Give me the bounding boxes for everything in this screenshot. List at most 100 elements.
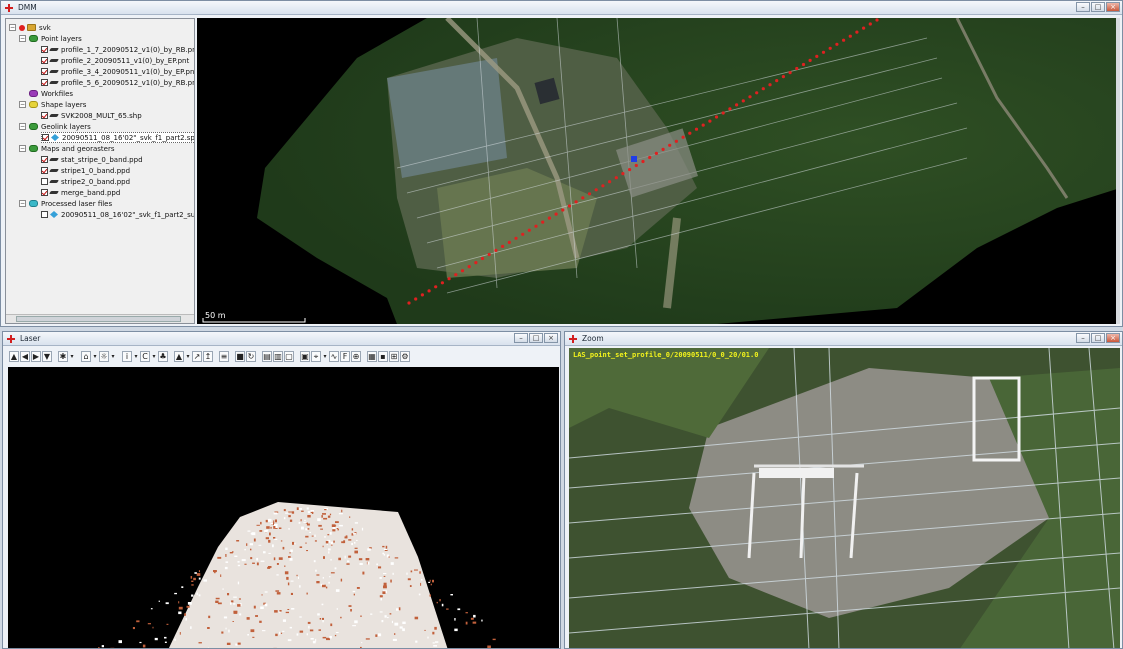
tree-item-map-0[interactable]: stat_stripe_0_band.ppd	[41, 154, 143, 165]
minimize-button[interactable]: –	[514, 333, 528, 343]
arrow-right-icon[interactable]: ▶	[31, 350, 41, 362]
layer-checkbox[interactable]	[41, 57, 48, 64]
laser-point	[325, 586, 328, 589]
zoom-view[interactable]: LAS_point_set_profile_0/20090511/0_0_20/…	[569, 348, 1120, 648]
layer-tree[interactable]: − svk − Point layers profile_1_7_2009051…	[5, 18, 195, 324]
tree-group-shape-layers[interactable]: − Shape layers	[19, 99, 86, 110]
laser-point	[418, 593, 421, 596]
laser-titlebar[interactable]: Laser – □ ×	[3, 332, 560, 346]
tree-item-laser-0[interactable]: 20090511_08_16'02"_svk_f1_part2_sub10.pl	[41, 209, 194, 220]
maximize-button[interactable]: □	[1091, 2, 1105, 12]
tree-item-profile-2[interactable]: profile_2_20090511_v1(0)_by_EP.pnt	[41, 55, 189, 66]
profile-icon[interactable]: ∿	[329, 350, 339, 362]
zoom-icon[interactable]: ⊕	[351, 350, 361, 362]
measure-height-icon[interactable]: ↥	[203, 350, 213, 362]
fit-icon[interactable]: F	[340, 350, 350, 362]
collapse-icon[interactable]: −	[19, 123, 26, 130]
collapse-icon[interactable]: −	[19, 101, 26, 108]
chevron-down-icon[interactable]: ▾	[151, 351, 157, 362]
tree-group-laser-files[interactable]: − Processed laser files	[19, 198, 112, 209]
landscape-icon[interactable]: ▲	[174, 350, 184, 362]
terrain-icon[interactable]: ⌂	[81, 350, 91, 362]
chart-icon[interactable]: ▦	[367, 350, 377, 362]
refresh-icon[interactable]: ↻	[246, 350, 256, 362]
info-icon[interactable]: i	[122, 350, 132, 362]
sun-icon[interactable]: ☼	[99, 350, 109, 362]
chevron-down-icon[interactable]: ▾	[133, 351, 139, 362]
tree-item-map-1[interactable]: stripe1_0_band.ppd	[41, 165, 130, 176]
minimize-button[interactable]: –	[1076, 2, 1090, 12]
color-mode-icon[interactable]: C	[140, 350, 150, 362]
arrow-down-icon[interactable]: ▼	[42, 350, 52, 362]
tree-group-point-layers[interactable]: − Point layers	[19, 33, 82, 44]
axis-icon[interactable]: ⌖	[311, 350, 321, 362]
tree-item-map-3[interactable]: merge_band.ppd	[41, 187, 120, 198]
profile-point	[648, 155, 652, 160]
layer-checkbox[interactable]	[41, 112, 48, 119]
layer-checkbox[interactable]	[41, 211, 48, 218]
laser-point	[332, 529, 336, 532]
map-view[interactable]: 50 m	[197, 18, 1120, 324]
arrow-left-icon[interactable]: ◀	[20, 350, 30, 362]
close-button[interactable]: ×	[1106, 333, 1120, 343]
layer-checkbox[interactable]	[41, 189, 48, 196]
tree-group-maps[interactable]: − Maps and georasters	[19, 143, 114, 154]
laser-point	[296, 507, 299, 510]
lock-icon[interactable]: ■	[235, 350, 245, 362]
window-icon[interactable]: ▣	[300, 350, 310, 362]
tree-item-shape[interactable]: SVK2008_MULT_65.shp	[41, 110, 142, 121]
collapse-icon[interactable]: −	[19, 200, 26, 207]
collapse-icon[interactable]: −	[19, 35, 26, 42]
zoom-titlebar[interactable]: Zoom – □ ×	[565, 332, 1122, 346]
tree-item-map-2[interactable]: stripe2_0_band.ppd	[41, 176, 130, 187]
layer-checkbox[interactable]	[41, 167, 48, 174]
layer-checkbox[interactable]	[41, 79, 48, 86]
layer-checkbox[interactable]	[41, 46, 48, 53]
layer-icon[interactable]: ≡	[219, 350, 229, 362]
tree-group-geolink-layers[interactable]: − Geolink layers	[19, 121, 91, 132]
close-button[interactable]: ×	[1106, 2, 1120, 12]
grid-alt-icon[interactable]: ▥	[273, 350, 283, 362]
laser-point	[265, 519, 268, 523]
maximize-button[interactable]: □	[529, 333, 543, 343]
collapse-icon[interactable]: −	[9, 24, 16, 31]
close-button[interactable]: ×	[544, 333, 558, 343]
tree-root[interactable]: − svk	[9, 22, 51, 33]
view-mode-icon[interactable]: ✱	[58, 350, 68, 362]
tree-horizontal-scrollbar[interactable]	[6, 314, 194, 323]
map-vertical-scrollbar[interactable]	[1116, 18, 1120, 324]
frame-icon[interactable]: ▢	[284, 350, 294, 362]
settings-icon[interactable]: ⚙	[400, 350, 410, 362]
chevron-down-icon[interactable]: ▾	[185, 351, 191, 362]
export-icon[interactable]: ⊞	[389, 350, 399, 362]
tree-item-profile-5-6[interactable]: profile_5_6_20090512_v1(0)_by_RB.pnt	[41, 77, 194, 88]
laser-point	[481, 619, 483, 622]
minimize-button[interactable]: –	[1076, 333, 1090, 343]
chevron-down-icon[interactable]: ▾	[110, 351, 116, 362]
laser-point	[237, 604, 241, 607]
tree-item-profile-3-4[interactable]: profile_3_4_20090511_v1(0)_by_EP.pnt	[41, 66, 194, 77]
scrollbar-thumb[interactable]	[16, 316, 181, 322]
measure-icon[interactable]: ↗	[192, 350, 202, 362]
main-titlebar[interactable]: DMM – □ ×	[1, 1, 1122, 15]
tree-group-workfiles[interactable]: Workfiles	[29, 88, 73, 99]
arrow-up-icon[interactable]: ▲	[9, 350, 19, 362]
collapse-icon[interactable]: −	[19, 145, 26, 152]
laser-point-cloud-view[interactable]	[8, 367, 559, 648]
laser-point	[250, 629, 255, 633]
profile-point	[534, 224, 538, 228]
chevron-down-icon[interactable]: ▾	[322, 351, 328, 362]
maximize-button[interactable]: □	[1091, 333, 1105, 343]
layer-checkbox[interactable]	[42, 134, 49, 141]
layer-checkbox[interactable]	[41, 178, 48, 185]
layer-checkbox[interactable]	[41, 156, 48, 163]
chevron-down-icon[interactable]: ▾	[69, 351, 75, 362]
tree-icon[interactable]: ♣	[158, 350, 168, 362]
laser-point	[283, 517, 286, 520]
tree-item-profile-1-7[interactable]: profile_1_7_20090512_v1(0)_by_RB.pnt	[41, 44, 194, 55]
layer-checkbox[interactable]	[41, 68, 48, 75]
tree-item-geolink-selected[interactable]: 20090511_08_16'02"_svk_f1_part2.spd	[41, 132, 194, 143]
save-icon[interactable]: ▪	[378, 350, 388, 362]
grid-icon[interactable]: ▤	[262, 350, 272, 362]
chevron-down-icon[interactable]: ▾	[92, 351, 98, 362]
